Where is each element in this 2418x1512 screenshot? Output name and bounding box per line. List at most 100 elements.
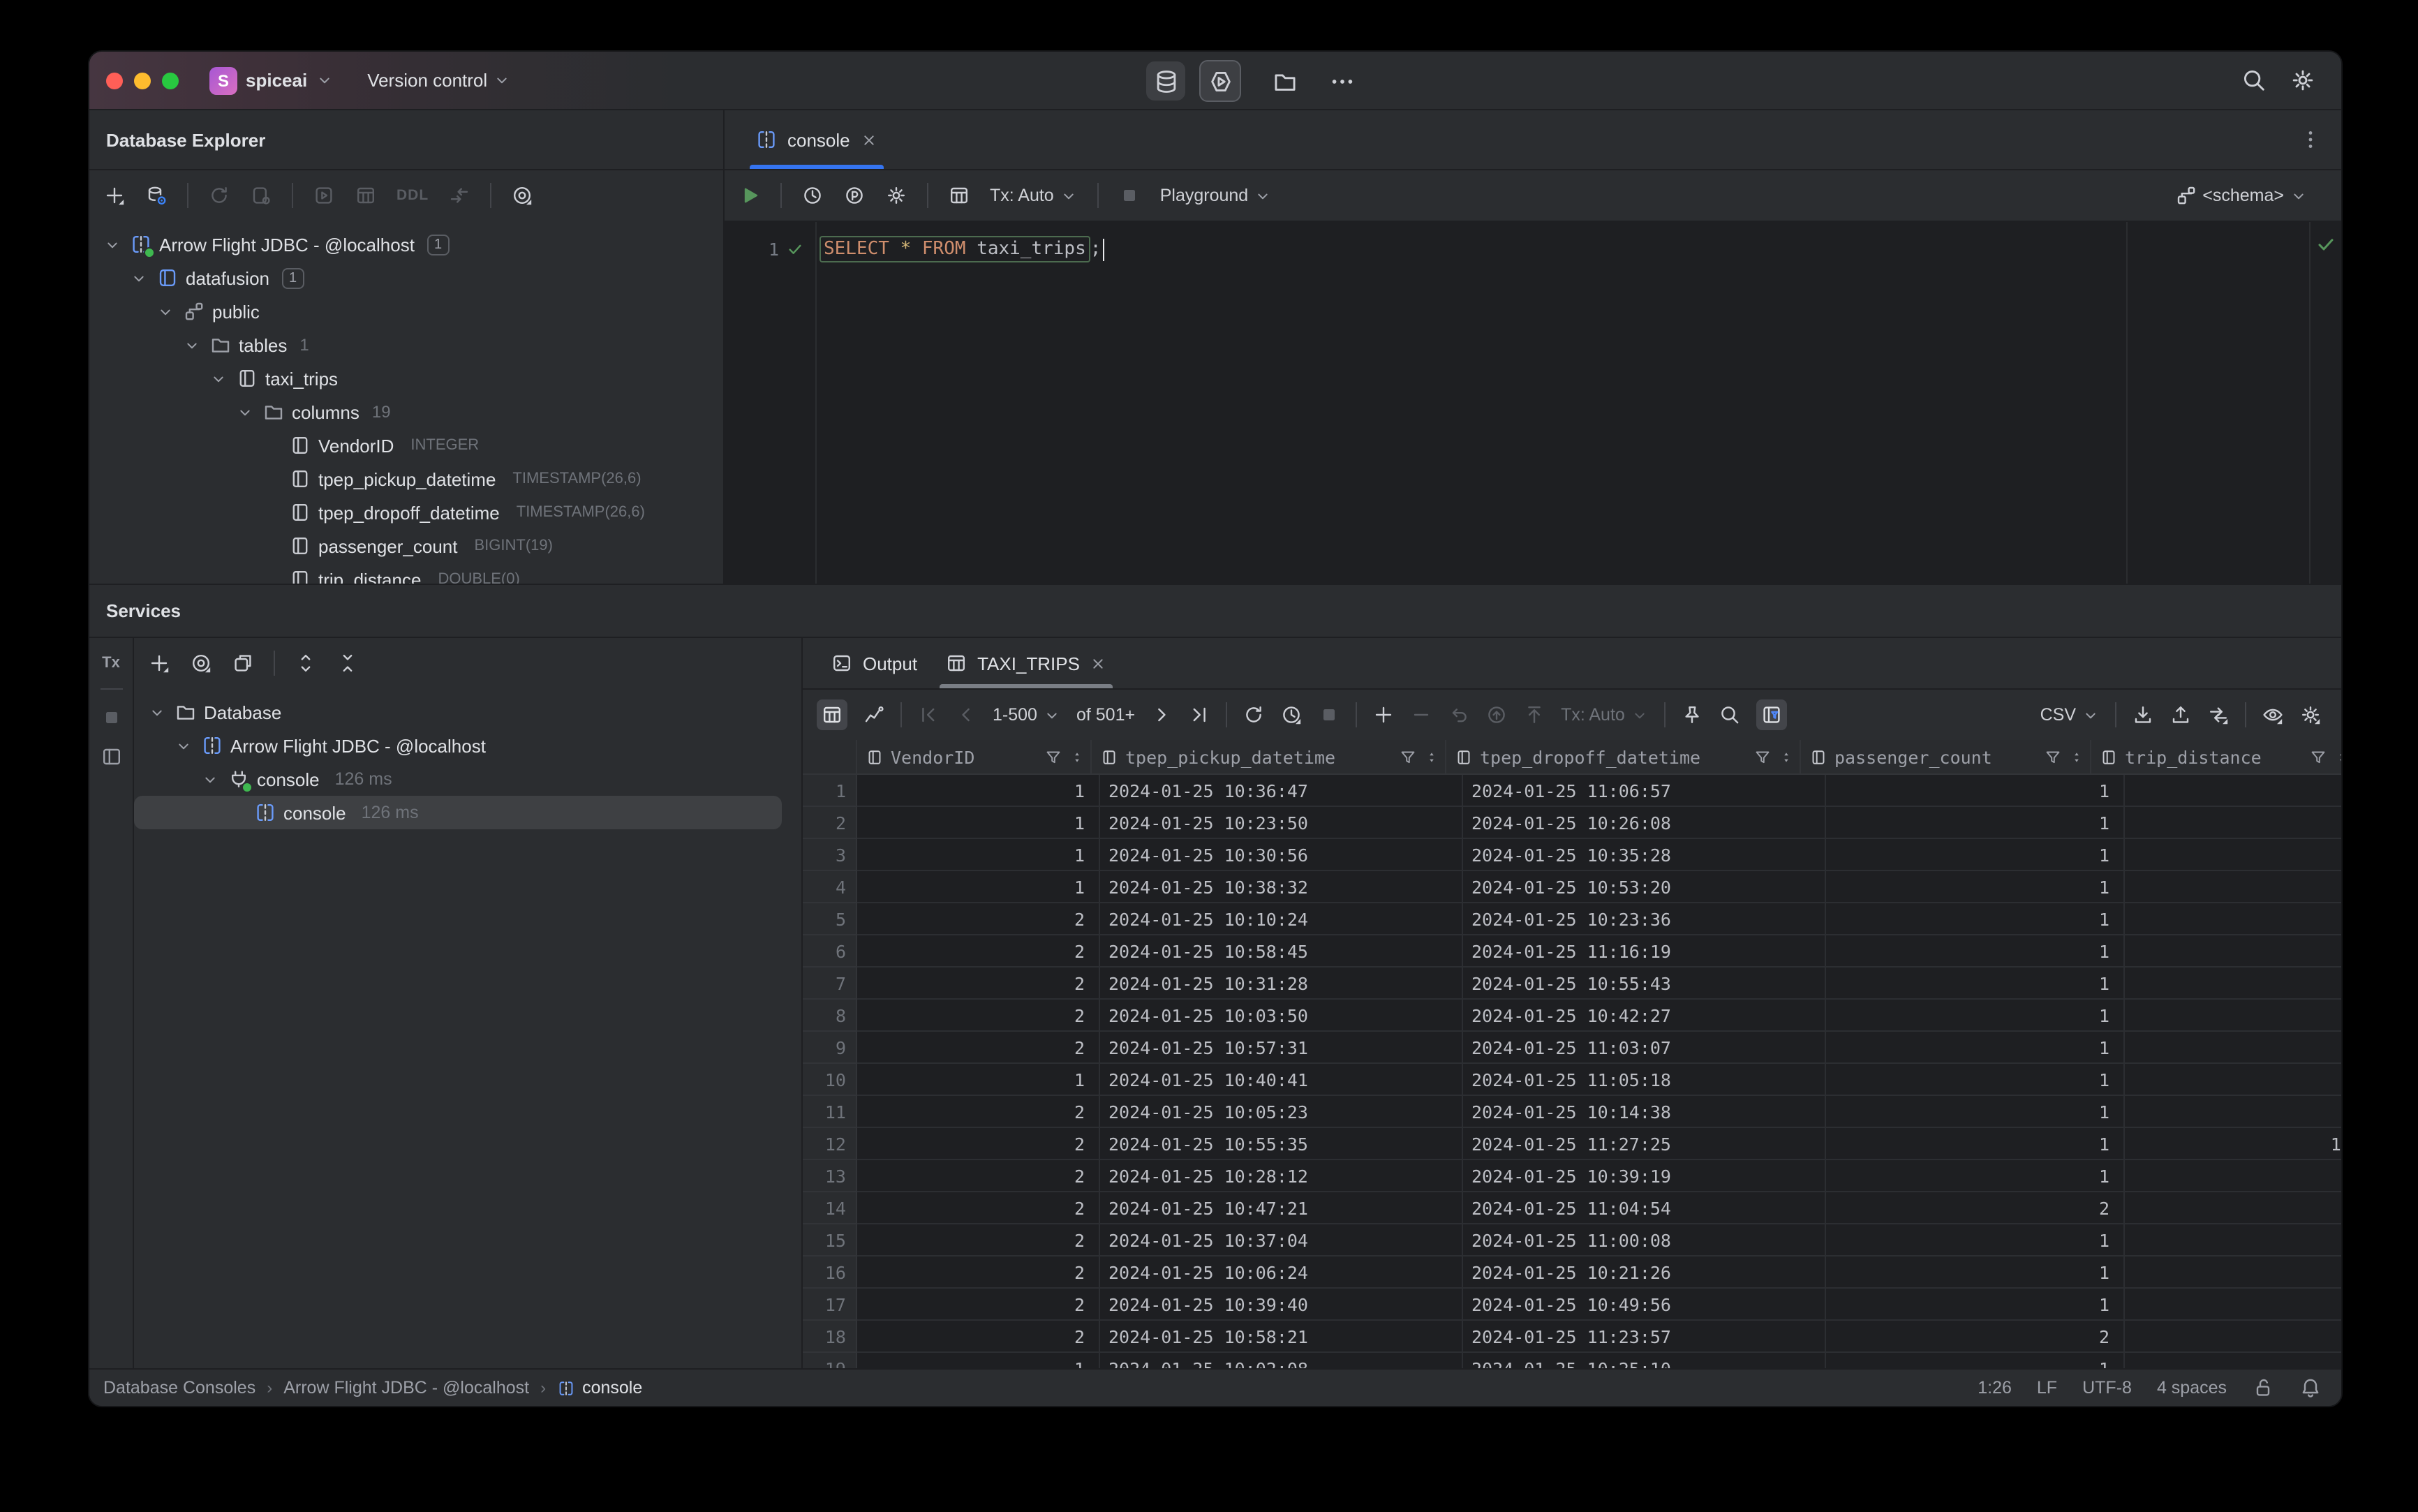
export-format-selector[interactable]: CSV [2040, 705, 2100, 725]
grid-cell[interactable]: 1 [1826, 839, 2125, 871]
grid-cell[interactable]: 2 [1826, 1321, 2125, 1353]
project-structure-button[interactable] [1272, 68, 1298, 94]
row-number[interactable]: 14 [803, 1192, 857, 1224]
stop-button[interactable] [1118, 184, 1141, 207]
row-number[interactable]: 3 [803, 839, 857, 871]
submit-button[interactable] [1485, 704, 1508, 726]
grid-cell[interactable]: 1 [1826, 1064, 2125, 1096]
grid-cell[interactable]: 2 [857, 1224, 1100, 1257]
row-number[interactable]: 10 [803, 1064, 857, 1096]
layout-options-button[interactable] [100, 746, 122, 768]
breadcrumb-datasource[interactable]: Arrow Flight JDBC - @localhost [283, 1378, 529, 1398]
grid-cell[interactable]: 2.9 [2125, 775, 2341, 807]
grid-cell[interactable]: 2024-01-25 10:49:56 [1463, 1289, 1826, 1321]
grid-cell[interactable]: 2024-01-25 10:58:21 [1100, 1321, 1463, 1353]
sort-icon[interactable] [1779, 749, 1794, 764]
grid-cell[interactable]: 1 [1826, 1128, 2125, 1160]
grid-cell[interactable]: 2 [857, 1289, 1100, 1321]
grid-cell[interactable]: 1 [857, 807, 1100, 839]
grid-cell[interactable]: 2024-01-25 11:03:07 [1463, 1032, 1826, 1064]
chevron-expanded-icon[interactable] [129, 269, 147, 287]
grid-cell[interactable]: 2 [857, 1128, 1100, 1160]
write-access-widget[interactable] [2252, 1377, 2274, 1399]
grid-cell[interactable]: 1 [1826, 1160, 2125, 1192]
add-service-button[interactable] [148, 652, 170, 674]
disconnect-button[interactable] [250, 184, 272, 207]
row-number[interactable]: 17 [803, 1289, 857, 1321]
row-number[interactable]: 6 [803, 935, 857, 968]
filter-funnel-icon[interactable] [1044, 748, 1062, 766]
tab-taxi-trips[interactable]: TAXI_TRIPS [931, 638, 1122, 688]
grid-cell[interactable]: 1 [1826, 871, 2125, 903]
grid-cell[interactable]: 1 [857, 775, 1100, 807]
grid-cell[interactable]: 1 [1826, 1000, 2125, 1032]
grid-cell[interactable]: 1 [1826, 775, 2125, 807]
filter-panel-button[interactable] [1756, 699, 1787, 730]
grid-cell[interactable]: 0.8 [2125, 839, 2341, 871]
grid-cell[interactable]: 2024-01-25 10:37:04 [1100, 1224, 1463, 1257]
minimize-window-button[interactable] [134, 72, 151, 89]
chevron-expanded-icon[interactable] [182, 336, 200, 354]
browse-tables-button[interactable] [948, 184, 970, 207]
page-range-selector[interactable]: 1-500 [993, 705, 1061, 725]
grid-cell[interactable]: 2024-01-25 10:39:40 [1100, 1289, 1463, 1321]
row-number[interactable]: 18 [803, 1321, 857, 1353]
version-control-widget[interactable]: Version control [367, 70, 511, 91]
grid-cell[interactable]: 1.07 [2125, 903, 2341, 935]
compare-data-button[interactable] [2207, 704, 2230, 726]
row-number[interactable]: 16 [803, 1257, 857, 1289]
grid-cell[interactable]: 2024-01-25 11:23:57 [1463, 1321, 1826, 1353]
grid-cell[interactable]: 2024-01-25 10:42:27 [1463, 1000, 1826, 1032]
grid-tx-selector[interactable]: Tx: Auto [1561, 705, 1649, 725]
grid-cell[interactable]: 1 [857, 839, 1100, 871]
row-number[interactable]: 2 [803, 807, 857, 839]
grid-cell[interactable]: 2024-01-25 10:02:08 [1100, 1353, 1463, 1368]
grid-cell[interactable]: 2024-01-25 10:03:50 [1100, 1000, 1463, 1032]
row-number[interactable]: 19 [803, 1353, 857, 1368]
grid-cell[interactable]: 2024-01-25 10:58:45 [1100, 935, 1463, 968]
grid-cell[interactable]: 0.43 [2125, 1289, 2341, 1321]
grid-cell[interactable]: 2024-01-25 10:21:26 [1463, 1257, 1826, 1289]
jump-to-console-button[interactable] [448, 184, 470, 207]
grid-cell[interactable]: 2024-01-25 11:05:18 [1463, 1064, 1826, 1096]
grid-cell[interactable]: 2024-01-25 10:28:12 [1100, 1160, 1463, 1192]
grid-cell[interactable]: 2024-01-25 10:31:28 [1100, 968, 1463, 1000]
grid-cell[interactable]: 2024-01-25 10:57:31 [1100, 1032, 1463, 1064]
grid-cell[interactable]: 2024-01-25 10:53:20 [1463, 871, 1826, 903]
previous-page-button[interactable] [955, 704, 977, 726]
grid-cell[interactable]: 0.76 [2125, 1032, 2341, 1064]
chevron-expanded-icon[interactable] [235, 403, 253, 421]
sort-icon[interactable] [2069, 749, 2084, 764]
grid-cell[interactable]: 2024-01-25 10:40:41 [1100, 1064, 1463, 1096]
grid-cell[interactable]: 2024-01-25 10:25:10 [1463, 1353, 1826, 1368]
tree-item-tpep-pickup-datetime[interactable]: tpep_pickup_datetime TIMESTAMP(26,6) [89, 462, 723, 496]
row-number[interactable]: 12 [803, 1128, 857, 1160]
stop-query-button[interactable] [1318, 704, 1340, 726]
column-header-tpep_pickup_datetime[interactable]: tpep_pickup_datetime [1092, 740, 1446, 773]
grid-cell[interactable]: 0.75 [2125, 1160, 2341, 1192]
indent-widget[interactable]: 4 spaces [2157, 1378, 2227, 1398]
grid-cell[interactable]: 1 [857, 871, 1100, 903]
tree-item-tables[interactable]: tables 1 [89, 328, 723, 362]
grid-cell[interactable]: 2.06 [2125, 1192, 2341, 1224]
row-number[interactable]: 9 [803, 1032, 857, 1064]
grid-cell[interactable]: 2 [857, 1192, 1100, 1224]
query-history-button[interactable] [801, 184, 824, 207]
tree-item-tpep-dropoff-datetime[interactable]: tpep_dropoff_datetime TIMESTAMP(26,6) [89, 496, 723, 529]
run-configuration-button[interactable] [1199, 60, 1241, 102]
grid-cell[interactable]: 2024-01-25 11:16:19 [1463, 935, 1826, 968]
collapse-all-button[interactable] [336, 652, 359, 674]
grid-cell[interactable]: 1 [1826, 935, 2125, 968]
grid-cell[interactable]: 1 [1826, 1096, 2125, 1128]
grid-cell[interactable]: 2024-01-25 10:23:36 [1463, 903, 1826, 935]
view-settings-button[interactable] [2262, 704, 2284, 726]
grid-cell[interactable]: 2024-01-25 10:26:08 [1463, 807, 1826, 839]
row-number[interactable]: 5 [803, 903, 857, 935]
grid-cell[interactable]: 11.99 [2125, 1128, 2341, 1160]
code-editor[interactable]: 1 SELECT * FROM taxi_trips; [725, 222, 2341, 584]
pin-tab-button[interactable] [1681, 704, 1703, 726]
expand-all-button[interactable] [295, 652, 317, 674]
grid-cell[interactable]: 1.3 [2125, 871, 2341, 903]
grid-cell[interactable]: 1 [857, 1353, 1100, 1368]
column-header-tpep_dropoff_datetime[interactable]: tpep_dropoff_datetime [1446, 740, 1801, 773]
